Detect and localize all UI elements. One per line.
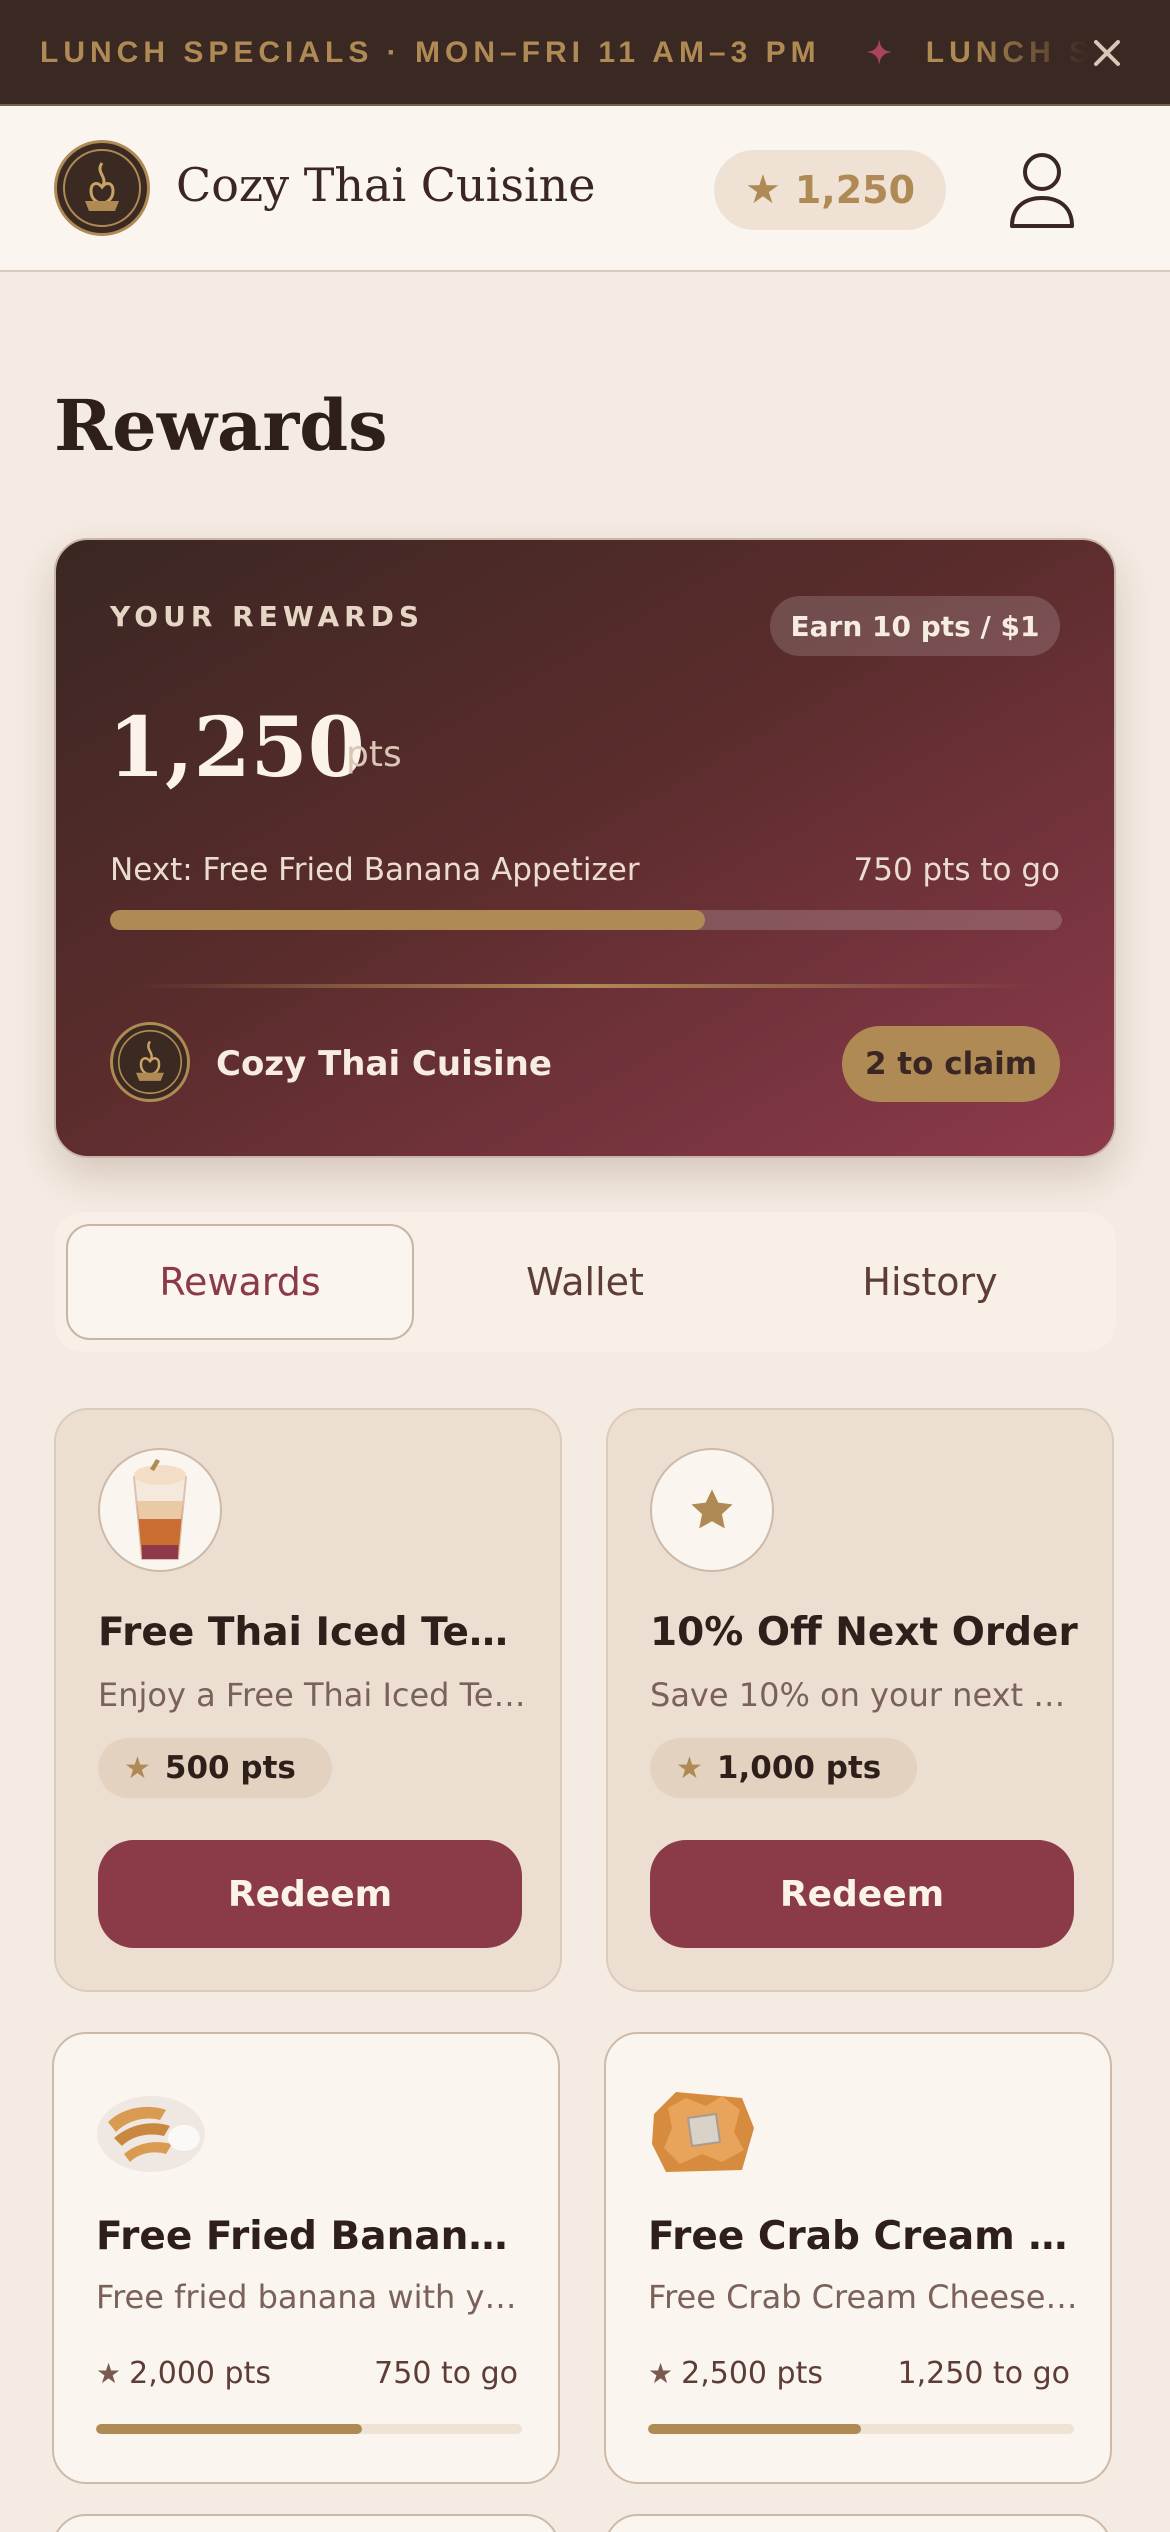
reward-cost-value: 1,000 pts [716, 1750, 882, 1786]
reward-description: Save 10% on your next order [650, 1676, 1080, 1714]
next-reward-label: Next: Free Fried Banana Appetizer [110, 852, 640, 888]
star-icon: ★ [676, 1750, 703, 1786]
user-icon [1010, 153, 1074, 228]
reward-cost-value: 2,000 pts [129, 2356, 271, 2391]
reward-cost-value: 2,500 pts [681, 2356, 823, 2391]
crab-rangoon-image [652, 2092, 754, 2172]
points-to-go: 750 pts to go [853, 852, 1060, 888]
earn-rate-badge: Earn 10 pts / $1 [770, 596, 1060, 656]
reward-progress-fill [96, 2424, 363, 2434]
points-balance-pill[interactable]: ★ 1,250 [714, 150, 946, 230]
announcement-bar: LUNCH SPECIALS · MON–FRI 11 AM–3 PM ✦ LU… [0, 0, 1170, 106]
reward-progress-bar [648, 2424, 1074, 2434]
rewards-summary-card: YOUR REWARDS Earn 10 pts / $1 1,250 pts … [54, 538, 1116, 1158]
star-icon [650, 1448, 774, 1572]
divider [136, 984, 1036, 988]
star-icon: ★ [124, 1750, 151, 1786]
reward-title: 10% Off Next Order [650, 1610, 1078, 1655]
announcement-text: LUNCH SPECIALS · MON–FRI 11 AM–3 PM [40, 36, 821, 69]
redeem-button[interactable]: Redeem [98, 1840, 522, 1948]
brand-logo[interactable] [54, 140, 150, 236]
tab-wallet[interactable]: Wallet [411, 1224, 759, 1340]
reward-title: Free Fried Banana Appetizer [96, 2214, 526, 2259]
brand-name[interactable]: Cozy Thai Cuisine [176, 158, 596, 212]
reward-card: Free Fried Banana Appetizer Free fried b… [52, 2032, 560, 2484]
redeem-button[interactable]: Redeem [650, 1840, 1074, 1948]
reward-description: Free Crab Cream Cheese Wontons [648, 2278, 1078, 2316]
rewards-card-brand: Cozy Thai Cuisine [216, 1044, 552, 1084]
reward-cost: ★ 1,000 pts [650, 1738, 918, 1798]
reward-card-partial [604, 2514, 1112, 2532]
reward-description: Free fried banana with your order [96, 2278, 526, 2316]
reward-card: 10% Off Next Order Save 10% on your next… [606, 1408, 1114, 1992]
profile-button[interactable] [1004, 148, 1080, 232]
star-icon: ★ [744, 167, 781, 213]
page-title: Rewards [54, 384, 388, 467]
tab-history[interactable]: History [756, 1224, 1104, 1340]
thai-iced-tea-image [98, 1448, 222, 1572]
star-icon: ★ [96, 2357, 122, 2390]
app-header: Cozy Thai Cuisine ★ 1,250 [0, 106, 1170, 272]
reward-title: Free Thai Iced Tea or Coffee [98, 1610, 528, 1655]
rewards-points-unit: pts [346, 734, 402, 775]
rewards-progress-fill [110, 910, 705, 930]
reward-cost-value: 500 pts [164, 1750, 296, 1786]
reward-cost: ★ 2,500 pts [648, 2356, 823, 2391]
sparkle-icon: ✦ [866, 36, 892, 70]
reward-cost: ★ 2,000 pts [96, 2356, 271, 2391]
star-icon: ★ [648, 2357, 674, 2390]
rewards-progress-bar [110, 910, 1062, 930]
reward-progress-bar [96, 2424, 522, 2434]
reward-description: Enjoy a Free Thai Iced Tea or Coffee [98, 1676, 528, 1714]
rewards-tabs: Rewards Wallet History [54, 1212, 1116, 1352]
reward-cost: ★ 500 pts [98, 1738, 332, 1798]
tab-rewards[interactable]: Rewards [66, 1224, 414, 1340]
reward-progress-fill [648, 2424, 861, 2434]
reward-points-to-go: 750 to go [374, 2356, 518, 2391]
claim-rewards-button[interactable]: 2 to claim [842, 1026, 1060, 1102]
brand-logo-small [110, 1022, 190, 1102]
close-icon[interactable] [1080, 26, 1134, 80]
reward-title: Free Crab Cream Cheese Wontons [648, 2214, 1078, 2259]
reward-card: Free Thai Iced Tea or Coffee Enjoy a Fre… [54, 1408, 562, 1992]
reward-points-to-go: 1,250 to go [897, 2356, 1070, 2391]
reward-card: Free Crab Cream Cheese Wontons Free Crab… [604, 2032, 1112, 2484]
rewards-points-value: 1,250 [108, 700, 365, 796]
points-balance: 1,250 [794, 168, 916, 212]
fried-banana-image [97, 2096, 205, 2172]
rewards-card-label: YOUR REWARDS [110, 600, 425, 633]
reward-card-partial [52, 2514, 560, 2532]
announcement-fade [970, 0, 1170, 104]
